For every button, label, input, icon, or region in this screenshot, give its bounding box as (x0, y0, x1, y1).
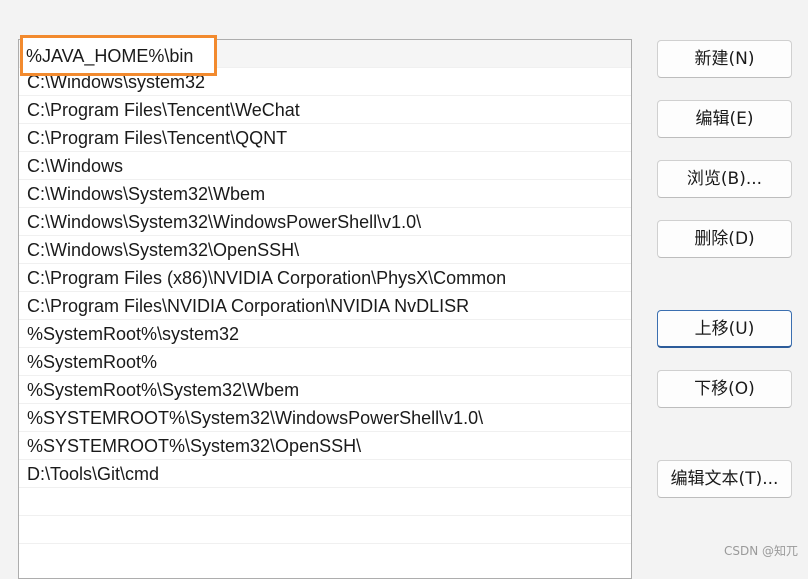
path-row[interactable]: %SystemRoot%\system32 (19, 320, 631, 348)
path-row[interactable]: C:\Program Files\NVIDIA Corporation\NVID… (19, 292, 631, 320)
path-list[interactable]: C:\Windows\system32 C:\Program Files\Ten… (18, 39, 632, 579)
path-row[interactable]: C:\Windows\System32\WindowsPowerShell\v1… (19, 208, 631, 236)
path-row[interactable]: C:\Program Files\Tencent\QQNT (19, 124, 631, 152)
new-button[interactable]: 新建(N) (657, 40, 792, 78)
path-row[interactable]: C:\Program Files\Tencent\WeChat (19, 96, 631, 124)
edit-text-button[interactable]: 编辑文本(T)... (657, 460, 792, 498)
edit-button[interactable]: 编辑(E) (657, 100, 792, 138)
watermark: CSDN @知兀 (723, 544, 798, 558)
browse-button[interactable]: 浏览(B)... (657, 160, 792, 198)
delete-button[interactable]: 删除(D) (657, 220, 792, 258)
path-row[interactable]: %SystemRoot%\System32\Wbem (19, 376, 631, 404)
path-row[interactable]: %SystemRoot% (19, 348, 631, 376)
path-edit-input[interactable] (26, 42, 211, 70)
path-row[interactable]: %SYSTEMROOT%\System32\OpenSSH\ (19, 432, 631, 460)
path-row[interactable]: C:\Windows\System32\OpenSSH\ (19, 236, 631, 264)
path-row[interactable]: %SYSTEMROOT%\System32\WindowsPowerShell\… (19, 404, 631, 432)
path-edit-box (20, 35, 217, 76)
move-down-button[interactable]: 下移(O) (657, 370, 792, 408)
path-row[interactable]: C:\Windows (19, 152, 631, 180)
move-up-button[interactable]: 上移(U) (657, 310, 792, 348)
path-row-empty[interactable] (19, 488, 631, 516)
path-row[interactable]: D:\Tools\Git\cmd (19, 460, 631, 488)
path-row[interactable]: C:\Windows\System32\Wbem (19, 180, 631, 208)
path-row[interactable]: C:\Program Files (x86)\NVIDIA Corporatio… (19, 264, 631, 292)
path-row-empty[interactable] (19, 516, 631, 544)
